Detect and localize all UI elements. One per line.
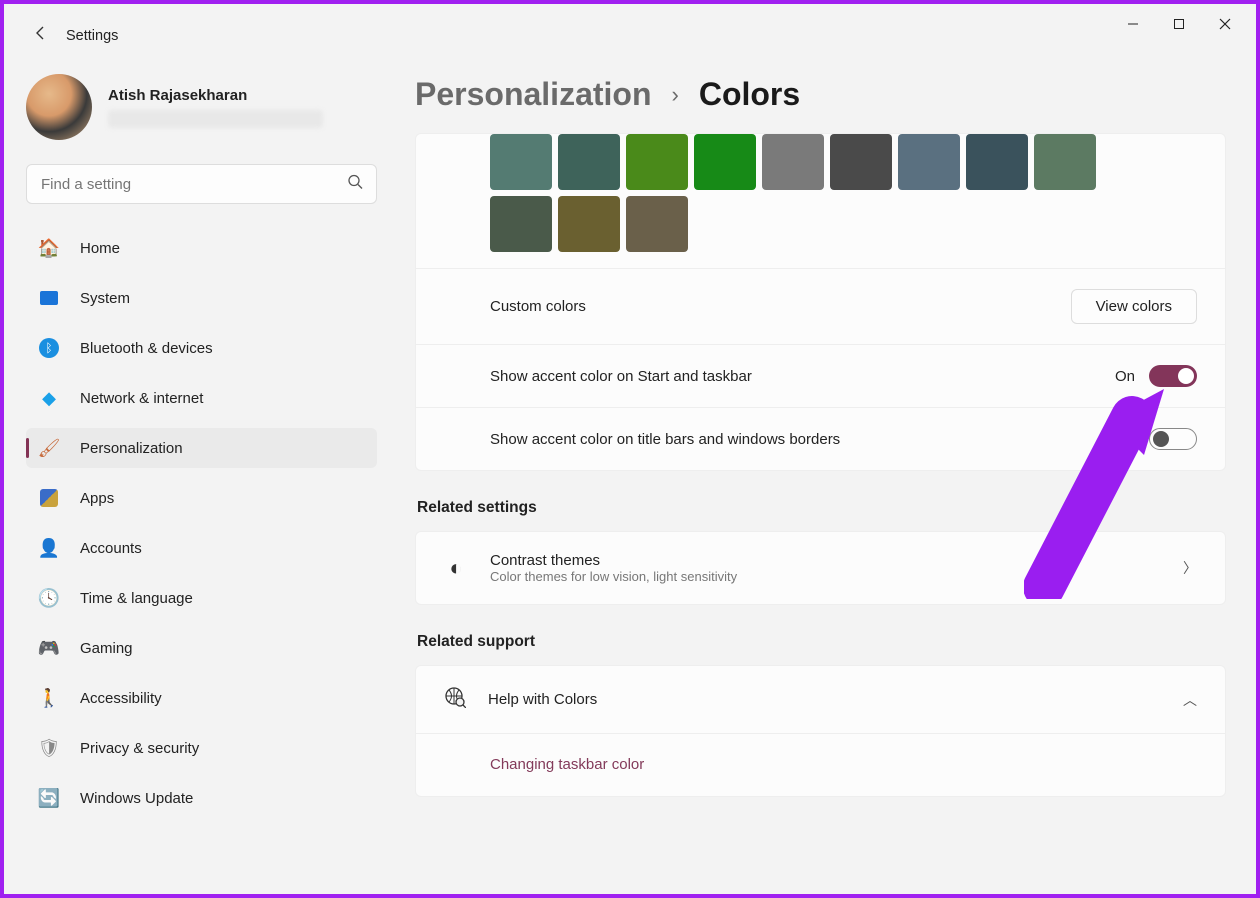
system-icon [38,287,60,309]
help-item-taskbar-color[interactable]: Changing taskbar color [416,734,1225,796]
sidebar-item-personalization[interactable]: 🖌Personalization [26,428,377,468]
privacy-icon: 🛡 [38,737,60,759]
search-icon [347,174,363,195]
color-swatch[interactable] [626,196,688,252]
chevron-up-icon: ︿ [1183,690,1197,710]
profile-block[interactable]: Atish Rajasekharan [26,74,377,140]
gaming-icon: 🎮 [38,637,60,659]
chevron-right-icon: › [672,82,679,108]
accent-start-toggle[interactable] [1149,365,1197,387]
window-titlebar [4,4,1256,44]
breadcrumb: Personalization › Colors [415,76,1226,113]
sidebar-item-gaming[interactable]: 🎮Gaming [26,628,377,668]
sidebar-item-accessibility[interactable]: 🚶Accessibility [26,678,377,718]
sidebar-item-apps[interactable]: Apps [26,478,377,518]
contrast-icon: ◐ [444,555,468,581]
contrast-title: Contrast themes [490,552,737,569]
accent-titlebar-row: Show accent color on title bars and wind… [416,408,1225,470]
profile-name: Atish Rajasekharan [108,87,323,104]
update-icon: 🔄 [38,787,60,809]
custom-colors-row: Custom colors View colors [416,269,1225,345]
contrast-desc: Color themes for low vision, light sensi… [490,569,737,584]
color-swatch[interactable] [898,134,960,190]
accent-start-state: On [1115,368,1135,385]
color-swatch[interactable] [1034,134,1096,190]
time-language-icon: 🕓 [38,587,60,609]
accent-titlebar-toggle[interactable] [1149,428,1197,450]
related-settings-heading: Related settings [417,499,1226,517]
sidebar-item-home[interactable]: 🏠Home [26,228,377,268]
custom-colors-label: Custom colors [490,298,586,315]
accessibility-icon: 🚶 [38,687,60,709]
contrast-themes-row[interactable]: ◐ Contrast themes Color themes for low v… [415,531,1226,605]
chevron-right-icon: 〉 [1183,558,1197,578]
sidebar-item-windows-update[interactable]: 🔄Windows Update [26,778,377,818]
minimize-button[interactable] [1110,8,1156,40]
help-link[interactable]: Changing taskbar color [490,756,644,773]
color-swatch[interactable] [558,196,620,252]
sidebar-item-privacy[interactable]: 🛡Privacy & security [26,728,377,768]
close-button[interactable] [1202,8,1248,40]
sidebar-item-system[interactable]: System [26,278,377,318]
color-swatch[interactable] [490,134,552,190]
accent-start-row: Show accent color on Start and taskbar O… [416,345,1225,408]
help-title: Help with Colors [488,691,597,708]
maximize-button[interactable] [1156,8,1202,40]
back-button[interactable] [32,24,50,47]
personalization-icon: 🖌 [38,437,60,459]
accounts-icon: 👤 [38,537,60,559]
color-swatch[interactable] [694,134,756,190]
help-header[interactable]: Help with Colors ︿ [416,666,1225,734]
search-input[interactable] [26,164,377,204]
app-title: Settings [66,28,118,44]
color-swatch[interactable] [830,134,892,190]
breadcrumb-parent[interactable]: Personalization [415,76,652,113]
help-card: Help with Colors ︿ Changing taskbar colo… [415,665,1226,797]
color-swatch[interactable] [626,134,688,190]
sidebar: Atish Rajasekharan 🏠Home System ᛒBluetoo… [4,64,399,894]
avatar [26,74,92,140]
related-support-heading: Related support [417,633,1226,651]
profile-email-redacted [108,110,323,128]
main-content: Personalization › Colors Custom colors V… [399,64,1256,894]
colors-card: Custom colors View colors Show accent co… [415,133,1226,471]
accent-start-label: Show accent color on Start and taskbar [490,368,752,385]
accent-titlebar-label: Show accent color on title bars and wind… [490,431,840,448]
view-colors-button[interactable]: View colors [1071,289,1197,324]
color-swatch[interactable] [490,196,552,252]
color-swatch-grid [416,134,1225,269]
bluetooth-icon: ᛒ [38,337,60,359]
apps-icon [38,487,60,509]
sidebar-item-bluetooth[interactable]: ᛒBluetooth & devices [26,328,377,368]
color-swatch[interactable] [966,134,1028,190]
color-swatch[interactable] [558,134,620,190]
breadcrumb-current: Colors [699,76,800,113]
sidebar-item-accounts[interactable]: 👤Accounts [26,528,377,568]
home-icon: 🏠 [38,237,60,259]
sidebar-item-network[interactable]: ◆Network & internet [26,378,377,418]
globe-search-icon [444,686,466,713]
network-icon: ◆ [38,387,60,409]
color-swatch[interactable] [762,134,824,190]
nav-list: 🏠Home System ᛒBluetooth & devices ◆Netwo… [26,228,377,818]
sidebar-item-time-language[interactable]: 🕓Time & language [26,578,377,618]
